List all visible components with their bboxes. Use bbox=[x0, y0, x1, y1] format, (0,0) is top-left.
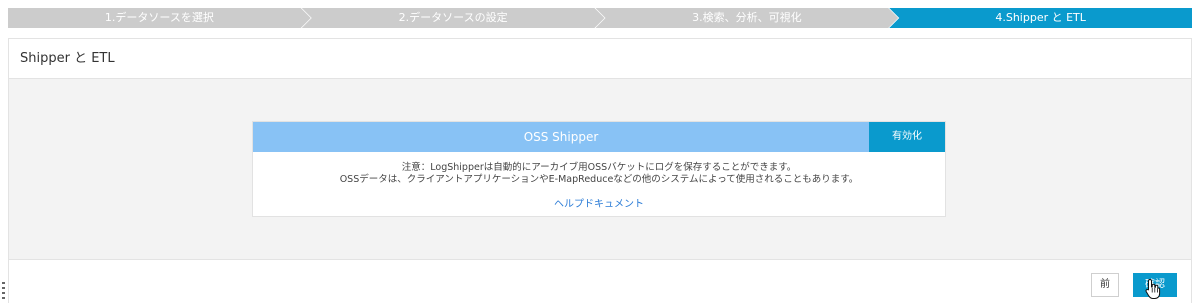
wizard-steps: 1.データソースを選択 2.データソースの設定 3.検索、分析、可視化 4.Sh… bbox=[8, 8, 1192, 28]
wizard-step-label: 3.検索、分析、可視化 bbox=[692, 11, 802, 24]
oss-shipper-card: OSS Shipper 有効化 注意：LogShipperは自動的にアーカイブ用… bbox=[252, 121, 946, 217]
wizard-step-label: 2.データソースの設定 bbox=[398, 11, 508, 24]
panel-body: OSS Shipper 有効化 注意：LogShipperは自動的にアーカイブ用… bbox=[9, 79, 1191, 259]
page: 1.データソースを選択 2.データソースの設定 3.検索、分析、可視化 4.Sh… bbox=[0, 0, 1200, 303]
help-document-link[interactable]: ヘルプドキュメント bbox=[253, 195, 945, 210]
enable-button[interactable]: 有効化 bbox=[869, 122, 945, 152]
wizard-step-4[interactable]: 4.Shipper と ETL bbox=[889, 8, 1192, 28]
resize-grip-icon[interactable] bbox=[1, 280, 7, 300]
wizard-step-1[interactable]: 1.データソースを選択 bbox=[8, 8, 311, 28]
panel-footer: 前 確認 bbox=[9, 259, 1191, 303]
wizard-step-2[interactable]: 2.データソースの設定 bbox=[302, 8, 605, 28]
note-line-1: 注意：LogShipperは自動的にアーカイブ用OSSバケットにログを保存するこ… bbox=[401, 162, 797, 173]
hand-pointer-icon bbox=[1145, 278, 1161, 299]
card-header: OSS Shipper 有効化 bbox=[253, 122, 945, 152]
wizard-step-label: 4.Shipper と ETL bbox=[995, 11, 1086, 24]
card-title: OSS Shipper bbox=[253, 122, 869, 152]
previous-button[interactable]: 前 bbox=[1091, 273, 1119, 297]
wizard-step-label: 1.データソースを選択 bbox=[104, 11, 214, 24]
wizard-step-3[interactable]: 3.検索、分析、可視化 bbox=[596, 8, 899, 28]
note-line-2: OSSデータは、クライアントアプリケーションやE-MapReduceなどの他のシ… bbox=[339, 174, 859, 185]
panel-title: Shipper と ETL bbox=[9, 39, 1191, 79]
card-note: 注意：LogShipperは自動的にアーカイブ用OSSバケットにログを保存するこ… bbox=[253, 152, 945, 186]
shipper-etl-panel: Shipper と ETL OSS Shipper 有効化 注意：LogShip… bbox=[8, 38, 1192, 303]
